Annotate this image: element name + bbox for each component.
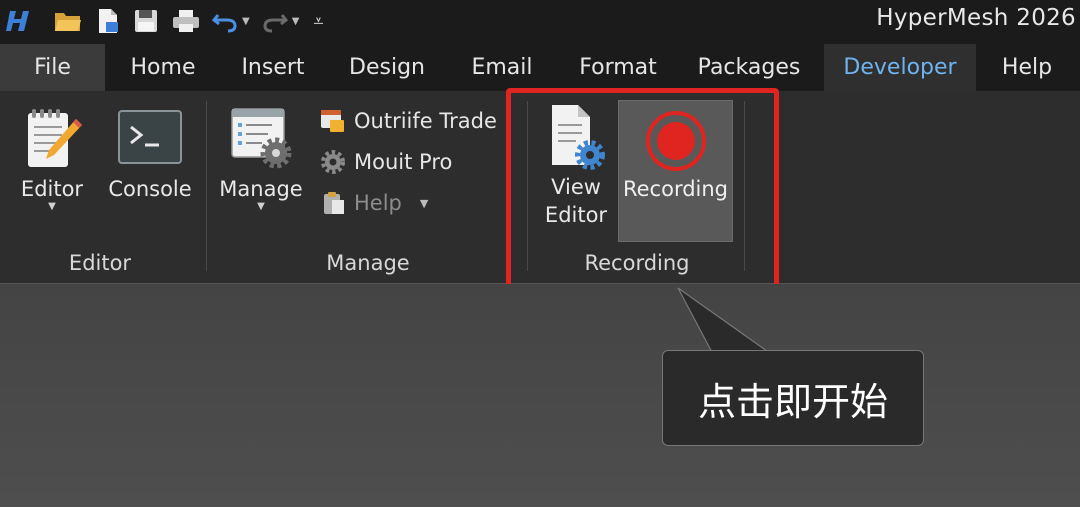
tab-email[interactable]: Email <box>454 44 550 91</box>
tab-file[interactable]: File <box>0 44 105 91</box>
trade-button-label: Outriife Trade <box>354 109 497 133</box>
help-button-label: Help <box>354 191 402 215</box>
trade-button[interactable]: Outriife Trade <box>320 104 497 138</box>
mouit-pro-button[interactable]: Mouit Pro <box>320 145 452 179</box>
tab-help[interactable]: Help <box>982 44 1072 91</box>
tab-design[interactable]: Design <box>332 44 442 91</box>
trade-icon <box>321 110 344 132</box>
mouit-pro-button-label: Mouit Pro <box>354 150 453 174</box>
console-button-label: Console <box>108 177 192 201</box>
clipboard-icon <box>324 192 344 214</box>
title-bar: ▼ ▼ ⩡ HyperMesh 2026 <box>0 0 1080 44</box>
customize-icon[interactable]: ⩡ <box>313 11 323 32</box>
console-icon <box>118 110 182 164</box>
manage-button[interactable]: Manage ▼ <box>214 105 308 212</box>
print-icon[interactable] <box>172 9 200 33</box>
open-folder-icon[interactable] <box>54 9 82 33</box>
help-button[interactable]: Help ▼ <box>320 186 428 220</box>
tab-format[interactable]: Format <box>564 44 672 91</box>
editor-button-label: Editor <box>20 177 84 201</box>
quick-access-toolbar: ▼ ▼ ⩡ <box>6 6 324 36</box>
new-file-icon[interactable] <box>96 8 120 34</box>
undo-dropdown-icon[interactable]: ▼ <box>242 16 250 27</box>
ribbon-tabs: File Home Insert Design Email Format Pac… <box>0 44 1080 91</box>
tab-insert[interactable]: Insert <box>224 44 322 91</box>
console-button[interactable]: Console <box>104 105 196 203</box>
app-logo-icon[interactable] <box>6 8 36 34</box>
redo-dropdown-icon[interactable]: ▼ <box>292 16 300 27</box>
notepad-icon <box>28 109 82 167</box>
highlight-box <box>506 88 779 304</box>
manage-button-label: Manage <box>219 177 303 201</box>
tab-packages[interactable]: Packages <box>684 44 814 91</box>
editor-group-label: Editor <box>68 251 132 275</box>
manage-gear-icon <box>231 108 292 169</box>
tab-home[interactable]: Home <box>112 44 214 91</box>
tab-developer[interactable]: Developer <box>824 44 976 91</box>
help-dropdown-icon[interactable]: ▼ <box>420 197 428 210</box>
app-title: HyperMesh 2026 <box>876 5 1076 31</box>
undo-icon[interactable] <box>212 9 238 33</box>
editor-button[interactable]: Editor ▼ <box>12 105 92 212</box>
redo-icon[interactable] <box>262 9 288 33</box>
save-icon[interactable] <box>134 9 158 33</box>
callout-tooltip: 点击即开始 <box>662 350 924 446</box>
manage-group-label: Manage <box>326 251 410 275</box>
gear-icon <box>321 150 345 174</box>
group-separator <box>206 101 207 271</box>
